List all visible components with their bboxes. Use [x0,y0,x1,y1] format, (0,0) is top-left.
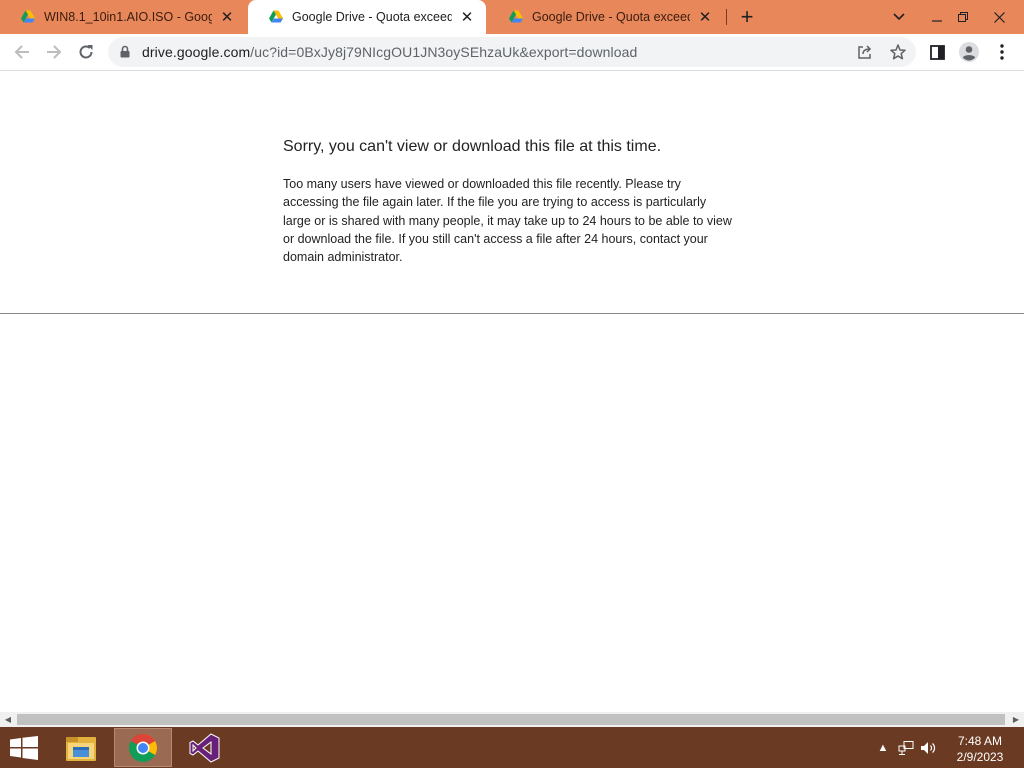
restore-button[interactable] [948,0,978,34]
tab-separator [726,9,727,25]
tab-drive-file[interactable]: WIN8.1_10in1.AIO.ISO - Google Drive ✕ [0,0,246,34]
clock-time: 7:48 AM [957,734,1003,748]
lock-icon[interactable] [120,45,130,58]
browser-menu-button[interactable] [988,38,1016,66]
network-icon[interactable] [897,739,915,757]
close-window-button[interactable] [984,0,1014,34]
tab-title: WIN8.1_10in1.AIO.ISO - Google Drive [44,10,212,24]
tab-title: Google Drive - Quota exceeded [292,10,452,24]
visual-studio-icon [189,732,220,763]
url-path: /uc?id=0BxJy8j79NIcgOU1JN3oySEhzaUk&expo… [250,44,638,60]
tab-close-button[interactable]: ✕ [696,8,714,26]
tab-close-button[interactable]: ✕ [458,8,476,26]
scrollbar-thumb[interactable] [17,714,1005,725]
error-heading: Sorry, you can't view or download this f… [283,138,662,155]
google-drive-icon [269,10,283,23]
scroll-left-arrow-icon[interactable]: ◀ [0,712,16,727]
taskbar-chrome[interactable] [114,728,172,767]
close-icon [993,11,1005,23]
horizontal-scrollbar[interactable]: ◀ ▶ [0,712,1024,727]
tab-quota-exceeded[interactable]: Google Drive - Quota exceeded ✕ [488,0,724,34]
more-vertical-icon [1000,44,1004,60]
google-drive-icon [21,10,35,23]
profile-button[interactable] [955,38,983,66]
arrow-right-icon [47,45,62,59]
browser-toolbar: drive.google.com/uc?id=0BxJy8j79NIcgOU1J… [0,34,1024,70]
horizontal-rule [0,313,1024,314]
share-button[interactable] [854,41,876,63]
restore-icon [958,12,968,22]
profile-avatar-icon [959,42,979,62]
forward-button[interactable] [40,38,68,66]
tab-quota-exceeded-active[interactable]: Google Drive - Quota exceeded ✕ [248,0,486,34]
chevron-down-icon [893,13,905,21]
start-button[interactable] [0,728,48,767]
desktop: WIN8.1_10in1.AIO.ISO - Google Drive ✕ Go… [0,0,1024,768]
show-hidden-icons-button[interactable]: ▲ [874,739,892,757]
url-host: drive.google.com [142,44,251,60]
system-clock[interactable]: 7:48 AM 2/9/2023 [946,733,1014,765]
tab-close-button[interactable]: ✕ [218,8,236,26]
new-tab-button[interactable]: + [736,4,758,29]
back-button[interactable] [8,38,36,66]
taskbar-file-explorer[interactable] [56,728,106,767]
volume-icon[interactable] [920,739,938,757]
chrome-icon [129,733,157,762]
error-message: Too many users have viewed or downloaded… [283,177,732,265]
taskbar-visual-studio[interactable] [180,728,230,767]
arrow-left-icon [14,45,29,59]
windows-logo-icon [10,735,38,760]
speaker-icon [921,742,936,754]
clock-date: 2/9/2023 [956,750,1004,764]
minimize-icon [932,20,942,22]
side-panel-button[interactable] [923,38,951,66]
address-bar[interactable]: drive.google.com/uc?id=0BxJy8j79NIcgOU1J… [108,37,916,67]
side-panel-icon [929,44,945,60]
page-content: Sorry, you can't view or download this f… [0,71,1024,712]
scroll-right-arrow-icon[interactable]: ▶ [1008,712,1024,727]
reload-button[interactable] [72,38,100,66]
windows-taskbar: ▲ 7:48 AM 2/9/2023 [0,727,1024,768]
bookmark-button[interactable] [887,41,909,63]
tab-search-button[interactable] [884,0,914,34]
file-explorer-icon [66,736,96,761]
network-icon-glyph [898,741,914,755]
tab-strip: WIN8.1_10in1.AIO.ISO - Google Drive ✕ Go… [0,0,1024,34]
tab-title: Google Drive - Quota exceeded [532,10,690,24]
google-drive-icon [509,10,523,23]
reload-icon [79,45,93,59]
url-text[interactable]: drive.google.com/uc?id=0BxJy8j79NIcgOU1J… [142,44,637,60]
share-icon [858,45,872,59]
star-icon [890,44,906,60]
